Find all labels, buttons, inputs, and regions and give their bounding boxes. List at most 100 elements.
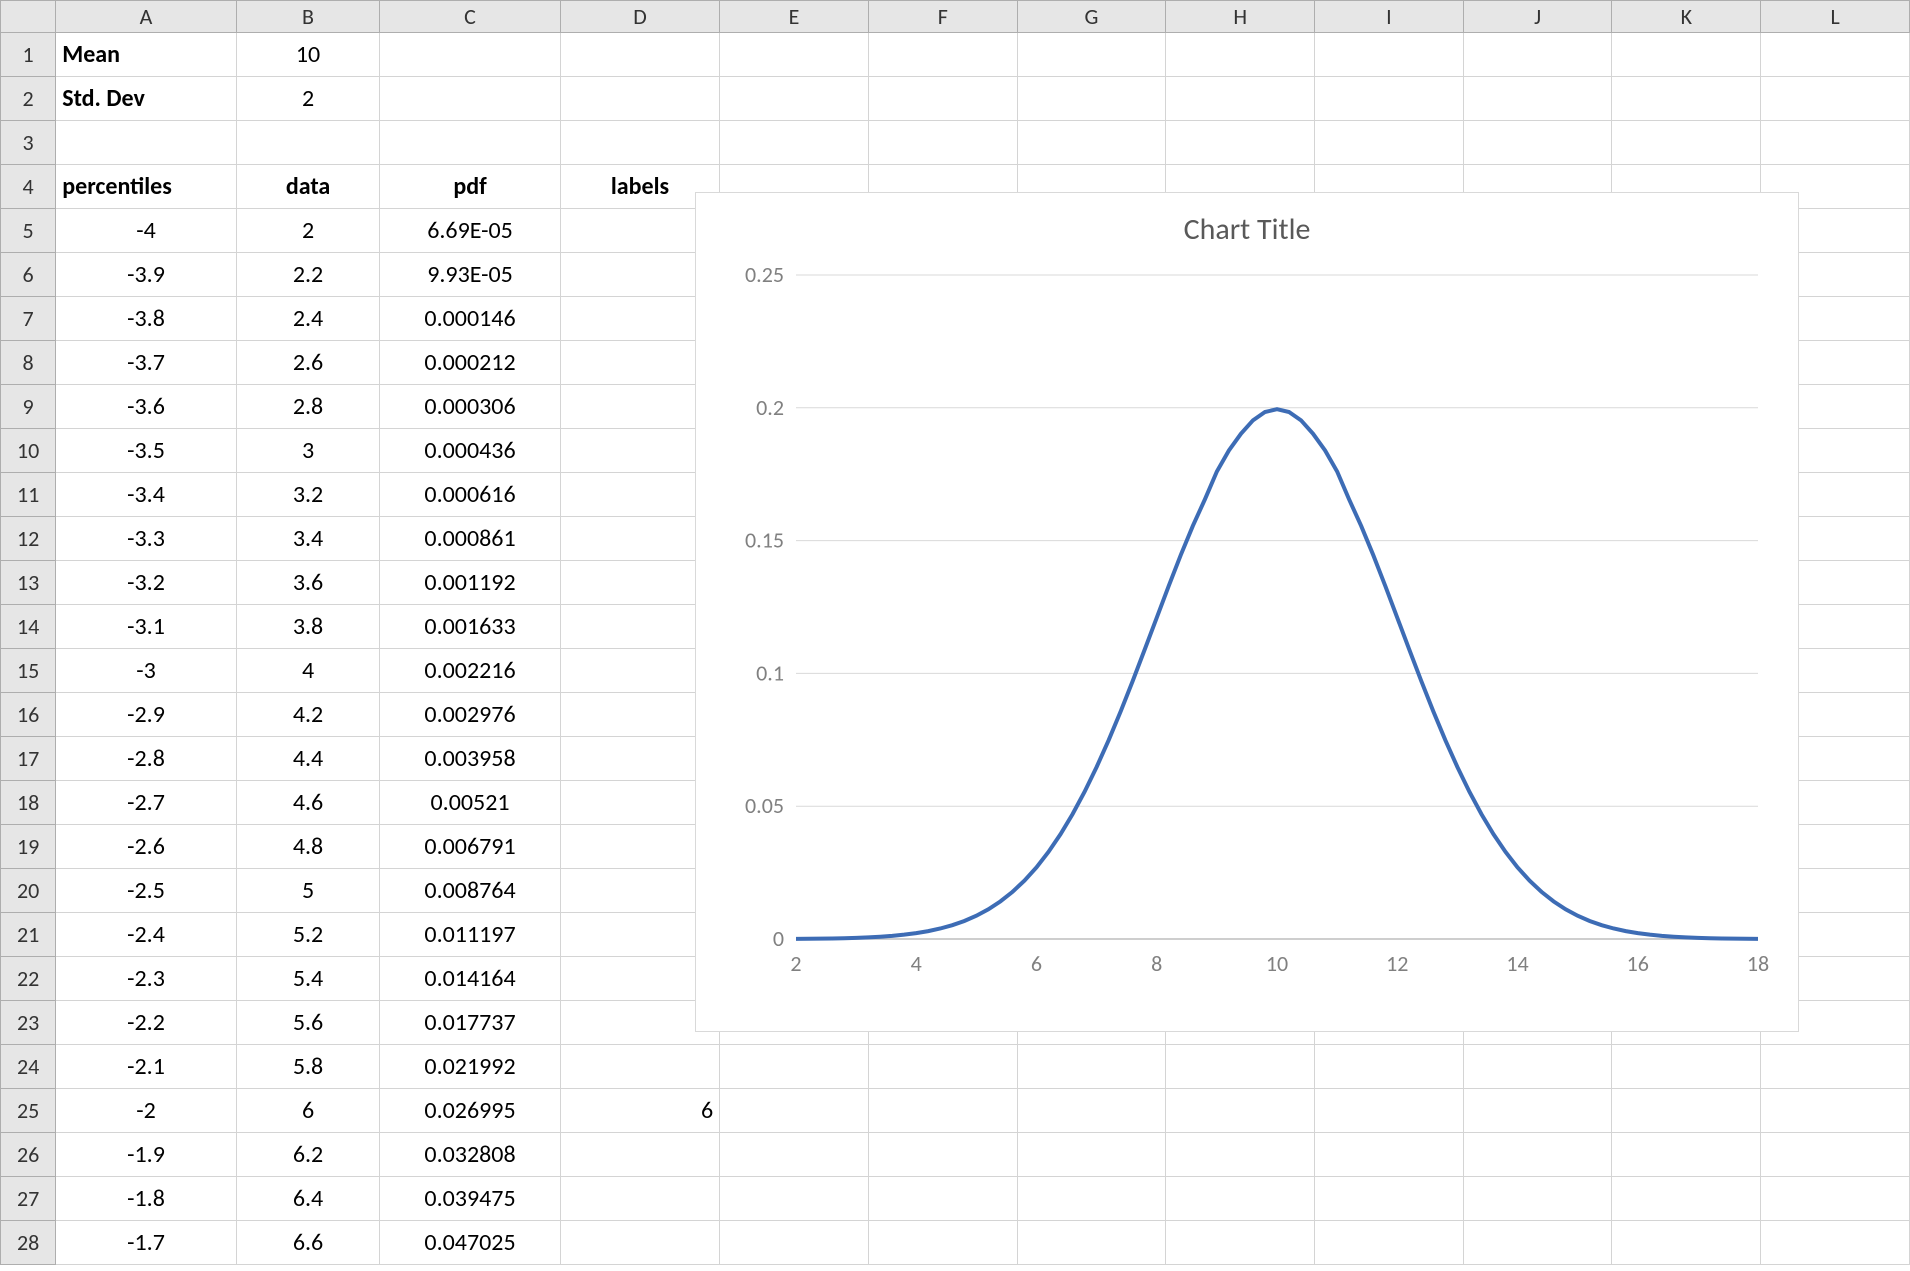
cell-I28[interactable] xyxy=(1315,1221,1464,1265)
cell-B7[interactable]: 2.4 xyxy=(236,297,379,341)
cell-G2[interactable] xyxy=(1017,77,1166,121)
cell-C25[interactable]: 0.026995 xyxy=(380,1089,561,1133)
cell-B17[interactable]: 4.4 xyxy=(236,737,379,781)
cell-B11[interactable]: 3.2 xyxy=(236,473,379,517)
cell-C16[interactable]: 0.002976 xyxy=(380,693,561,737)
column-header-H[interactable]: H xyxy=(1166,1,1315,33)
cell-F28[interactable] xyxy=(868,1221,1017,1265)
cell-J2[interactable] xyxy=(1463,77,1612,121)
row-header-13[interactable]: 13 xyxy=(1,561,56,605)
cell-B26[interactable]: 6.2 xyxy=(236,1133,379,1177)
row-header-21[interactable]: 21 xyxy=(1,913,56,957)
cell-A15[interactable]: -3 xyxy=(56,649,237,693)
cell-A16[interactable]: -2.9 xyxy=(56,693,237,737)
cell-A3[interactable] xyxy=(56,121,237,165)
cell-B16[interactable]: 4.2 xyxy=(236,693,379,737)
column-header-C[interactable]: C xyxy=(380,1,561,33)
cell-A22[interactable]: -2.3 xyxy=(56,957,237,1001)
cell-E26[interactable] xyxy=(720,1133,869,1177)
cell-B1[interactable]: 10 xyxy=(236,33,379,77)
cell-C5[interactable]: 6.69E-05 xyxy=(380,209,561,253)
cell-G24[interactable] xyxy=(1017,1045,1166,1089)
cell-C21[interactable]: 0.011197 xyxy=(380,913,561,957)
cell-C20[interactable]: 0.008764 xyxy=(380,869,561,913)
row-header-26[interactable]: 26 xyxy=(1,1133,56,1177)
cell-F27[interactable] xyxy=(868,1177,1017,1221)
cell-B13[interactable]: 3.6 xyxy=(236,561,379,605)
cell-F1[interactable] xyxy=(868,33,1017,77)
column-header-L[interactable]: L xyxy=(1761,1,1910,33)
cell-B6[interactable]: 2.2 xyxy=(236,253,379,297)
cell-K28[interactable] xyxy=(1612,1221,1761,1265)
column-header-E[interactable]: E xyxy=(720,1,869,33)
row-header-6[interactable]: 6 xyxy=(1,253,56,297)
cell-A19[interactable]: -2.6 xyxy=(56,825,237,869)
cell-B4[interactable]: data xyxy=(236,165,379,209)
embedded-chart[interactable]: Chart Title 00.050.10.150.20.25246810121… xyxy=(695,192,1799,1032)
cell-F25[interactable] xyxy=(868,1089,1017,1133)
cell-A4[interactable]: percentiles xyxy=(56,165,237,209)
row-header-4[interactable]: 4 xyxy=(1,165,56,209)
cell-H1[interactable] xyxy=(1166,33,1315,77)
cell-H27[interactable] xyxy=(1166,1177,1315,1221)
row-header-14[interactable]: 14 xyxy=(1,605,56,649)
cell-C6[interactable]: 9.93E-05 xyxy=(380,253,561,297)
cell-B8[interactable]: 2.6 xyxy=(236,341,379,385)
cell-C12[interactable]: 0.000861 xyxy=(380,517,561,561)
column-header-J[interactable]: J xyxy=(1463,1,1612,33)
row-header-22[interactable]: 22 xyxy=(1,957,56,1001)
row-header-1[interactable]: 1 xyxy=(1,33,56,77)
row-header-9[interactable]: 9 xyxy=(1,385,56,429)
cell-H26[interactable] xyxy=(1166,1133,1315,1177)
cell-A25[interactable]: -2 xyxy=(56,1089,237,1133)
cell-J24[interactable] xyxy=(1463,1045,1612,1089)
row-header-5[interactable]: 5 xyxy=(1,209,56,253)
cell-A5[interactable]: -4 xyxy=(56,209,237,253)
row-header-27[interactable]: 27 xyxy=(1,1177,56,1221)
cell-I26[interactable] xyxy=(1315,1133,1464,1177)
cell-L26[interactable] xyxy=(1761,1133,1910,1177)
cell-A20[interactable]: -2.5 xyxy=(56,869,237,913)
column-header-D[interactable]: D xyxy=(560,1,719,33)
cell-H24[interactable] xyxy=(1166,1045,1315,1089)
row-header-11[interactable]: 11 xyxy=(1,473,56,517)
cell-C3[interactable] xyxy=(380,121,561,165)
column-header-F[interactable]: F xyxy=(868,1,1017,33)
cell-A6[interactable]: -3.9 xyxy=(56,253,237,297)
cell-A12[interactable]: -3.3 xyxy=(56,517,237,561)
cell-B19[interactable]: 4.8 xyxy=(236,825,379,869)
cell-B14[interactable]: 3.8 xyxy=(236,605,379,649)
column-header-I[interactable]: I xyxy=(1315,1,1464,33)
cell-G27[interactable] xyxy=(1017,1177,1166,1221)
cell-A2[interactable]: Std. Dev xyxy=(56,77,237,121)
row-header-10[interactable]: 10 xyxy=(1,429,56,473)
cell-K1[interactable] xyxy=(1612,33,1761,77)
cell-B25[interactable]: 6 xyxy=(236,1089,379,1133)
row-header-24[interactable]: 24 xyxy=(1,1045,56,1089)
cell-B5[interactable]: 2 xyxy=(236,209,379,253)
cell-A8[interactable]: -3.7 xyxy=(56,341,237,385)
row-header-7[interactable]: 7 xyxy=(1,297,56,341)
cell-E27[interactable] xyxy=(720,1177,869,1221)
cell-C11[interactable]: 0.000616 xyxy=(380,473,561,517)
cell-D24[interactable] xyxy=(560,1045,719,1089)
cell-C13[interactable]: 0.001192 xyxy=(380,561,561,605)
cell-A23[interactable]: -2.2 xyxy=(56,1001,237,1045)
cell-L1[interactable] xyxy=(1761,33,1910,77)
cell-C23[interactable]: 0.017737 xyxy=(380,1001,561,1045)
cell-K27[interactable] xyxy=(1612,1177,1761,1221)
select-all-corner[interactable] xyxy=(1,1,56,33)
column-header-K[interactable]: K xyxy=(1612,1,1761,33)
cell-G26[interactable] xyxy=(1017,1133,1166,1177)
cell-G28[interactable] xyxy=(1017,1221,1166,1265)
cell-D1[interactable] xyxy=(560,33,719,77)
cell-C27[interactable]: 0.039475 xyxy=(380,1177,561,1221)
cell-I27[interactable] xyxy=(1315,1177,1464,1221)
cell-L28[interactable] xyxy=(1761,1221,1910,1265)
cell-K3[interactable] xyxy=(1612,121,1761,165)
cell-K26[interactable] xyxy=(1612,1133,1761,1177)
cell-L2[interactable] xyxy=(1761,77,1910,121)
row-header-20[interactable]: 20 xyxy=(1,869,56,913)
cell-C19[interactable]: 0.006791 xyxy=(380,825,561,869)
cell-C26[interactable]: 0.032808 xyxy=(380,1133,561,1177)
